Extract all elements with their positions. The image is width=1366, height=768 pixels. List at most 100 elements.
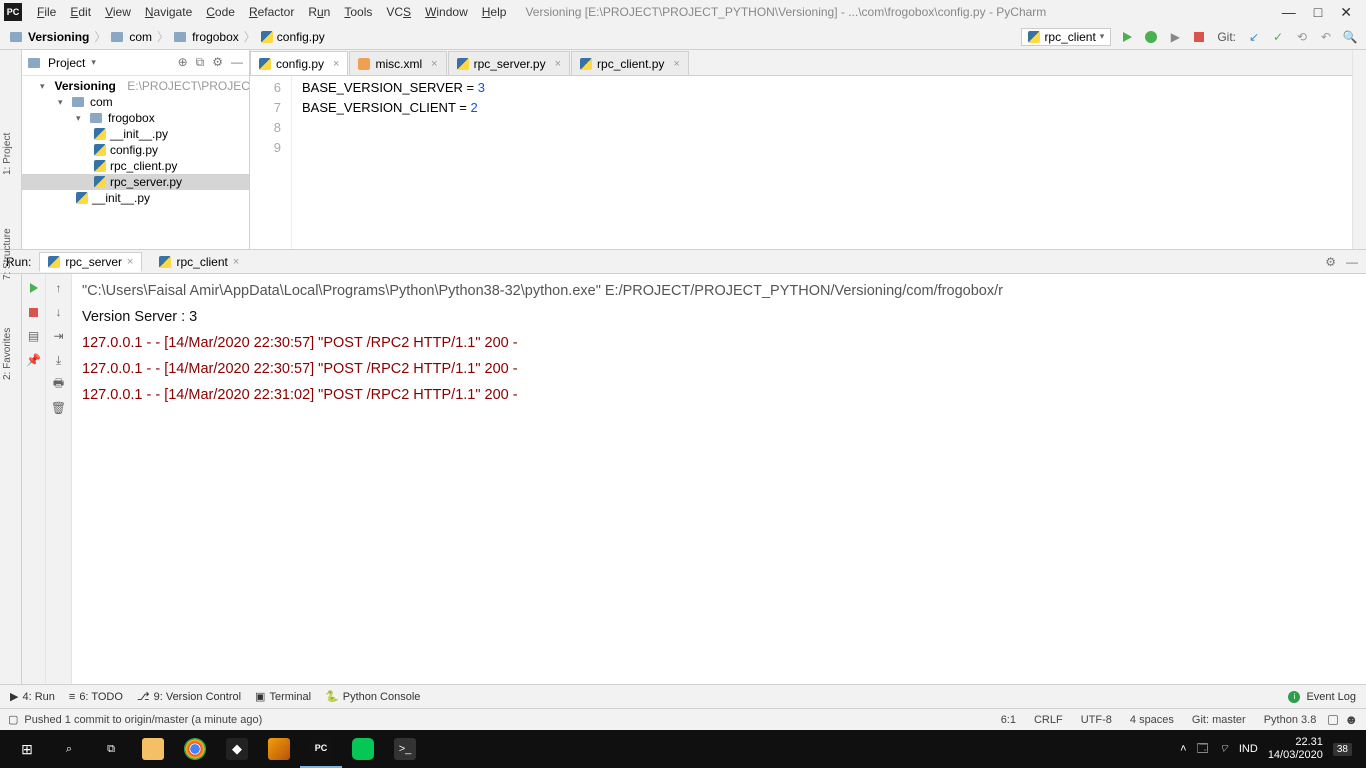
menu-help[interactable]: Help xyxy=(475,3,514,21)
status-hide-icon[interactable]: ▢ xyxy=(8,713,18,726)
gear-icon[interactable]: ⚙ xyxy=(212,55,223,70)
tree-node-frogobox[interactable]: ▾frogobox xyxy=(22,110,249,126)
console-output[interactable]: "C:\Users\Faisal Amir\AppData\Local\Prog… xyxy=(72,274,1366,684)
stop-button[interactable] xyxy=(26,304,42,320)
run-tab-rpc-server[interactable]: rpc_server× xyxy=(39,252,142,272)
close-tab-icon[interactable]: × xyxy=(673,58,679,70)
taskbar-chrome[interactable] xyxy=(174,730,216,768)
rail-tab-project[interactable]: 1: Project xyxy=(2,133,13,175)
clear-button[interactable]: 🗑 xyxy=(51,400,67,416)
tree-file-rpc-client[interactable]: rpc_client.py xyxy=(22,158,249,174)
tray-clock[interactable]: 22.31 14/03/2020 xyxy=(1268,736,1323,762)
menu-navigate[interactable]: Navigate xyxy=(138,3,199,21)
debug-button[interactable] xyxy=(1143,29,1159,45)
breadcrumb-root[interactable]: Versioning xyxy=(8,30,91,44)
down-button[interactable]: ↓ xyxy=(51,304,67,320)
menu-edit[interactable]: Edit xyxy=(63,3,98,21)
expand-all-icon[interactable]: ⧉ xyxy=(196,55,205,70)
stop-button[interactable] xyxy=(1191,29,1207,45)
maximize-button[interactable]: □ xyxy=(1314,4,1322,21)
tree-node-com[interactable]: ▾com xyxy=(22,94,249,110)
close-button[interactable]: ✕ xyxy=(1340,4,1352,21)
hide-icon[interactable]: — xyxy=(231,55,243,70)
bottom-tab-event-log[interactable]: Event Log xyxy=(1306,691,1356,703)
tree-node-versioning[interactable]: ▾Versioning E:\PROJECT\PROJECT_P xyxy=(22,78,249,94)
git-update-button[interactable]: ↙ xyxy=(1246,29,1262,45)
editor-tab-rpc-client[interactable]: rpc_client.py× xyxy=(571,51,689,75)
status-encoding[interactable]: UTF-8 xyxy=(1075,714,1118,726)
editor-tab-rpc-server[interactable]: rpc_server.py× xyxy=(448,51,570,75)
gear-icon[interactable]: ⚙ xyxy=(1325,255,1336,269)
tree-file-rpc-server[interactable]: rpc_server.py xyxy=(22,174,249,190)
editor-tab-misc[interactable]: misc.xml× xyxy=(349,51,446,75)
taskbar-terminal[interactable]: >_ xyxy=(384,730,426,768)
taskbar-app1[interactable] xyxy=(258,730,300,768)
menu-view[interactable]: View xyxy=(98,3,138,21)
close-tab-icon[interactable]: × xyxy=(555,58,561,70)
soft-wrap-button[interactable]: ⇥ xyxy=(51,328,67,344)
tray-battery-icon[interactable]: 🗔 xyxy=(1197,740,1209,759)
taskbar-explorer[interactable] xyxy=(132,730,174,768)
run-tab-rpc-client[interactable]: rpc_client× xyxy=(150,252,248,272)
lock-icon[interactable] xyxy=(1328,715,1338,725)
menu-tools[interactable]: Tools xyxy=(337,3,379,21)
menu-window[interactable]: Window xyxy=(418,3,475,21)
print-button[interactable]: 🖶 xyxy=(51,376,67,392)
inspector-icon[interactable]: ☻ xyxy=(1344,712,1358,727)
close-tab-icon[interactable]: × xyxy=(127,256,133,268)
scroll-to-end-button[interactable]: ⤓ xyxy=(51,352,67,368)
pin-button[interactable]: 📌 xyxy=(26,352,42,368)
status-caret-position[interactable]: 6:1 xyxy=(995,714,1022,726)
search-button[interactable]: ⌕ xyxy=(48,730,90,768)
taskbar-line[interactable] xyxy=(342,730,384,768)
rail-tab-structure[interactable]: 7: Structure xyxy=(2,228,13,280)
tree-file-config[interactable]: config.py xyxy=(22,142,249,158)
taskbar-pycharm[interactable]: PC xyxy=(300,730,342,768)
menu-refactor[interactable]: Refactor xyxy=(242,3,301,21)
status-interpreter[interactable]: Python 3.8 xyxy=(1258,714,1323,726)
rerun-button[interactable] xyxy=(26,280,42,296)
status-git-branch[interactable]: Git: master xyxy=(1186,714,1252,726)
layout-button[interactable]: ▤ xyxy=(26,328,42,344)
search-everywhere-button[interactable]: 🔍 xyxy=(1342,29,1358,45)
minimize-button[interactable]: — xyxy=(1282,4,1296,21)
locate-icon[interactable]: ⊕ xyxy=(178,55,188,70)
run-coverage-button[interactable]: ▶ xyxy=(1167,29,1183,45)
tree-file-init[interactable]: __init__.py xyxy=(22,126,249,142)
tray-notifications[interactable]: 38 xyxy=(1333,743,1352,756)
breadcrumb-file[interactable]: config.py xyxy=(259,30,327,44)
breadcrumb-com[interactable]: com xyxy=(109,30,154,44)
task-view-button[interactable]: ⧉ xyxy=(90,730,132,768)
status-line-separator[interactable]: CRLF xyxy=(1028,714,1069,726)
git-revert-button[interactable]: ↶ xyxy=(1318,29,1334,45)
bottom-tab-python-console[interactable]: 🐍 Python Console xyxy=(325,690,420,703)
start-button[interactable]: ⊞ xyxy=(6,730,48,768)
menu-file[interactable]: File xyxy=(30,3,63,21)
run-button[interactable] xyxy=(1119,29,1135,45)
menu-code[interactable]: Code xyxy=(199,3,242,21)
up-button[interactable]: ↑ xyxy=(51,280,67,296)
tray-wifi-icon[interactable]: ⌔ xyxy=(1219,742,1229,756)
hide-icon[interactable]: — xyxy=(1346,255,1358,269)
editor-tab-config[interactable]: config.py× xyxy=(250,51,348,75)
status-indent[interactable]: 4 spaces xyxy=(1124,714,1180,726)
chevron-down-icon[interactable]: ▾ xyxy=(91,57,96,68)
taskbar-unity[interactable]: ◆ xyxy=(216,730,258,768)
tray-chevron-up-icon[interactable]: ˄ xyxy=(1180,743,1186,755)
menu-vcs[interactable]: VCS xyxy=(379,3,418,21)
close-tab-icon[interactable]: × xyxy=(333,58,339,70)
bottom-tab-run[interactable]: ▶ 4: Run xyxy=(10,690,55,703)
bottom-tab-todo[interactable]: ≡ 6: TODO xyxy=(69,691,123,703)
git-commit-button[interactable]: ✓ xyxy=(1270,29,1286,45)
bottom-tab-terminal[interactable]: ▣ Terminal xyxy=(255,690,311,703)
bottom-tab-version-control[interactable]: ⎇ 9: Version Control xyxy=(137,690,241,703)
code-editor[interactable]: 6 7 8 9 BASE_VERSION_SERVER = 3 BASE_VER… xyxy=(250,76,1352,249)
menu-run[interactable]: Run xyxy=(301,3,337,21)
breadcrumb-frogobox[interactable]: frogobox xyxy=(172,30,241,44)
tray-language[interactable]: IND xyxy=(1239,743,1258,755)
tree-file-outer-init[interactable]: __init__.py xyxy=(22,190,249,206)
close-tab-icon[interactable]: × xyxy=(233,256,239,268)
git-history-button[interactable]: ⟲ xyxy=(1294,29,1310,45)
run-config-selector[interactable]: rpc_client ▾ xyxy=(1021,28,1111,46)
rail-tab-favorites[interactable]: 2: Favorites xyxy=(2,328,13,380)
